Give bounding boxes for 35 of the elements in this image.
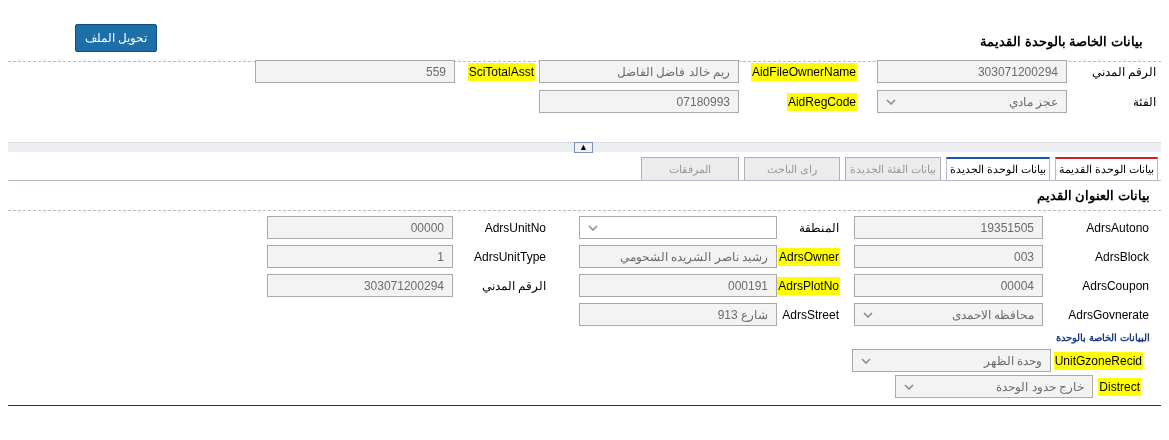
field-label: AidRegCode xyxy=(786,92,857,111)
caption: البيانات الخاصة بالوحدة xyxy=(1056,330,1150,345)
field-label: المنطقة xyxy=(798,219,840,237)
field-label: AidFileOwnerName xyxy=(750,62,857,81)
field-label: الفئة xyxy=(1132,93,1157,111)
field-label: AdrsOwner xyxy=(777,247,840,266)
field-label: AdrsPlotNo xyxy=(777,276,840,295)
chevron-down-icon xyxy=(886,98,896,105)
field-label: SciTotalAsst xyxy=(467,62,535,81)
tab: المرفقات xyxy=(640,157,739,180)
field-label: AdrsUnitType xyxy=(472,248,547,266)
field-label: AdrsAutono xyxy=(1085,219,1150,237)
chevron-down-icon xyxy=(904,383,914,390)
transfer-button[interactable]: تحويل الملف xyxy=(75,24,157,52)
field-label: AdrsBlock xyxy=(1093,248,1150,266)
tab[interactable]: بيانات الوحدة الجديدة xyxy=(945,157,1050,180)
field-label: AdrsGovnerate xyxy=(1067,306,1150,324)
tab[interactable]: بيانات الوحدة القديمة xyxy=(1054,157,1158,180)
collapse-button[interactable]: ▲ xyxy=(574,142,593,153)
section-title: بيانات الخاصة بالوحدة القديمة xyxy=(980,33,1143,52)
chevron-down-icon xyxy=(863,311,873,318)
field-label: الرقم المدني xyxy=(1090,63,1157,81)
field-label: Distrect xyxy=(1098,377,1141,396)
chevron-down-icon xyxy=(861,357,871,364)
tab: راى الباحث xyxy=(743,157,840,180)
splitter-bar[interactable]: ▲ xyxy=(8,142,1161,152)
field-label: الرقم المدني xyxy=(480,277,547,295)
field-label: AdrsUnitNo xyxy=(483,219,547,237)
tab: بيانات الفئة الجديدة xyxy=(844,157,941,180)
field-label: AdrsCoupon xyxy=(1081,277,1150,295)
field-label: AdrsStreet xyxy=(781,306,840,324)
field-label: UnitGzoneRecid xyxy=(1053,351,1143,370)
chevron-down-icon xyxy=(588,224,598,231)
section-title: بيانات العنوان القديم xyxy=(1036,186,1150,206)
dropdown-field[interactable] xyxy=(579,216,777,239)
